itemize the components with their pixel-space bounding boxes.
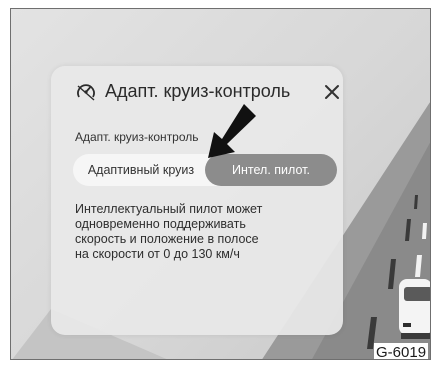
pointer-arrow-icon [208,104,256,158]
description-text: Интеллектуальный пилот может одновременн… [75,202,325,262]
figure-code: G-6019 [374,343,429,360]
description-line: Интеллектуальный пилот может [75,202,263,216]
description-line: на скорости от 0 до 130 км/ч [75,247,240,261]
screen-frame: Адапт. круиз-контроль Адапт. круиз-контр… [10,8,431,360]
cruise-control-icon [77,84,95,101]
car-icon [399,279,430,339]
dialog-title: Адапт. круиз-контроль [105,81,291,101]
close-icon[interactable] [318,78,346,106]
option-adaptive-cruise[interactable]: Адаптивный круиз [73,154,209,186]
description-line: одновременно поддерживать [75,217,246,231]
description-line: скорость и положение в полосе [75,232,259,246]
section-label: Адапт. круиз-контроль [75,130,199,144]
